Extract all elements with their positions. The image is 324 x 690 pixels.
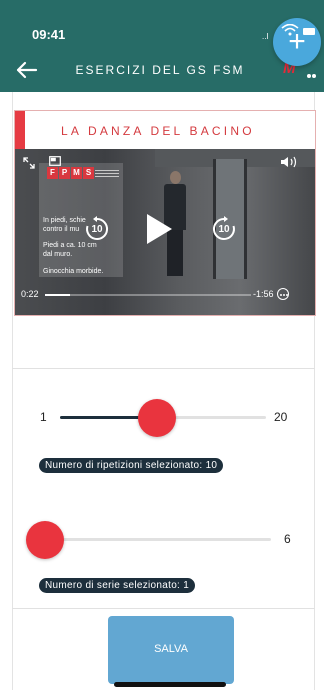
fpms-logo: FPMS [47, 167, 94, 179]
forward-10-button[interactable]: 10 [211, 216, 237, 242]
rewind-10-button[interactable]: 10 [84, 216, 110, 242]
repetitions-min: 1 [40, 410, 47, 424]
repetitions-max: 20 [274, 410, 288, 424]
slide-instruction: Ginocchia morbide. [43, 268, 104, 275]
add-floating-button[interactable]: + [273, 18, 321, 66]
series-track[interactable] [40, 538, 271, 541]
series-max: 6 [284, 532, 291, 546]
exercise-title-bar: LA DANZA DEL BACINO [15, 111, 315, 149]
app-header: 09:41 ..l ESERCIZI DEL GS FSM M + [0, 0, 324, 96]
picture-in-picture-icon[interactable] [49, 156, 61, 166]
divider [12, 608, 315, 609]
series-slider[interactable]: 6 [26, 521, 296, 561]
back-arrow-icon[interactable] [14, 60, 38, 80]
slide-instruction: Piedi a ca. 10 cm dal muro. [43, 242, 97, 258]
status-time: 09:41 [32, 27, 66, 42]
plus-icon: + [288, 25, 306, 58]
divider [12, 368, 315, 369]
exercise-title: LA DANZA DEL BACINO [61, 124, 255, 138]
volume-icon[interactable] [280, 156, 298, 168]
home-indicator [114, 682, 226, 687]
more-options-icon[interactable] [277, 288, 289, 300]
fpms-logo-lines [95, 168, 119, 178]
video-player[interactable]: FPMS In piedi, schie contro il mu Piedi … [15, 149, 315, 315]
repetitions-selected-badge: Numero di ripetizioni selezionato: 10 [39, 458, 224, 473]
signal-indicator: ..l [262, 32, 269, 41]
forward-seconds: 10 [218, 224, 230, 235]
video-progress-bar[interactable] [45, 294, 251, 296]
repetitions-thumb[interactable] [137, 399, 176, 437]
video-elapsed-time: 0:22 [21, 289, 39, 299]
series-thumb[interactable] [26, 521, 64, 559]
save-button[interactable]: SALVA [108, 616, 234, 684]
exercise-card: LA DANZA DEL BACINO FPMS In piedi, schie… [14, 110, 316, 316]
play-icon[interactable] [145, 213, 173, 245]
video-progress-fill [45, 294, 70, 296]
fullscreen-icon[interactable] [23, 157, 35, 169]
page-title: ESERCIZI DEL GS FSM [75, 63, 245, 77]
video-remaining-time: -1:56 [253, 289, 274, 299]
rewind-seconds: 10 [91, 224, 103, 235]
repetitions-slider[interactable]: 1 20 [26, 399, 296, 439]
app-screen: 09:41 ..l ESERCIZI DEL GS FSM M + LA DAN… [0, 0, 324, 690]
series-selected-badge: Numero di serie selezionato: 1 [39, 578, 196, 593]
